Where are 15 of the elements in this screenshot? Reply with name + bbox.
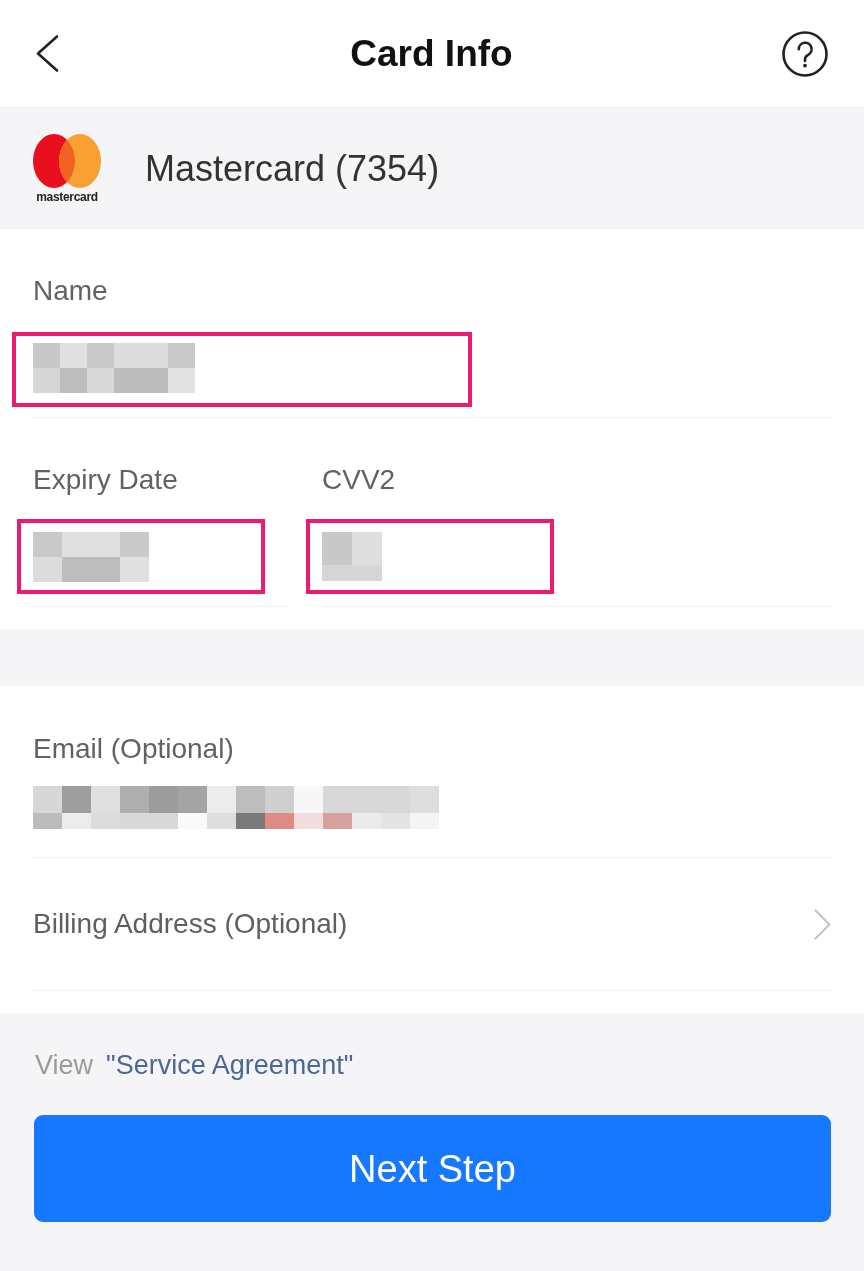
field-label: CVV2 (322, 463, 397, 497)
card-name: Mastercard (7354) (145, 150, 440, 187)
field-label: Name (33, 274, 109, 308)
next-step-button[interactable]: Next Step (34, 1115, 831, 1222)
back-icon[interactable] (35, 35, 59, 72)
billing-address-item[interactable]: Billing Address (Optional) (33, 858, 831, 991)
screen-title: Card Info (350, 35, 513, 72)
field-label: Expiry Date (33, 463, 179, 497)
field-label: Email (Optional) (33, 732, 235, 766)
card-logo-icon (33, 134, 101, 188)
agreement-prefix: View (35, 1049, 94, 1082)
logo-text: mastercard (36, 191, 98, 203)
chevron-right-icon (814, 908, 831, 940)
help-icon[interactable] (782, 30, 828, 77)
service-agreement-link[interactable]: "Service Agreement" (106, 1048, 354, 1082)
